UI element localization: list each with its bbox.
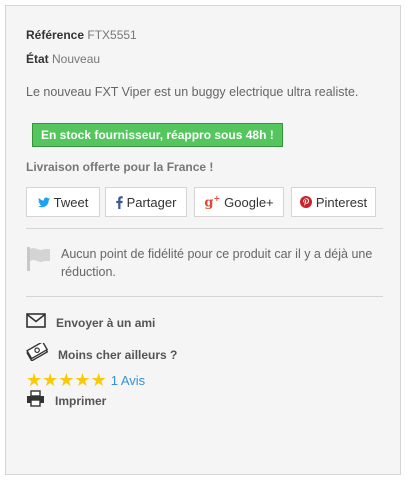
cheaper-elsewhere-label: Moins cher ailleurs ? — [58, 347, 178, 362]
reference-value: FTX5551 — [87, 28, 137, 42]
tweet-label: Tweet — [53, 194, 89, 210]
divider — [26, 296, 383, 297]
stock-badge: En stock fournisseur, réappro sous 48h ! — [32, 123, 283, 147]
star-icon: ★ — [74, 370, 91, 390]
twitter-icon — [37, 197, 50, 208]
facebook-icon — [115, 195, 123, 209]
pinterest-icon — [299, 196, 312, 208]
cheaper-elsewhere-link[interactable]: Moins cher ailleurs ? — [26, 340, 178, 366]
print-link[interactable]: Imprimer — [26, 390, 106, 412]
star-icon: ★ — [26, 370, 43, 390]
printer-icon — [26, 390, 45, 412]
send-to-friend-label: Envoyer à un ami — [56, 316, 156, 330]
condition-label: État — [26, 52, 49, 66]
divider — [26, 228, 383, 229]
reference-label: Référence — [26, 28, 85, 42]
envelope-icon — [26, 313, 46, 333]
print-label: Imprimer — [55, 394, 107, 408]
facebook-share-button[interactable]: Partager — [105, 187, 187, 217]
tweet-button[interactable]: Tweet — [26, 187, 100, 217]
star-icon: ★ — [90, 370, 107, 390]
pinterest-label: Pinterest — [315, 194, 368, 210]
loyalty-message: Aucun point de fidélité pour ce produit … — [61, 247, 373, 279]
star-icon: ★ — [42, 370, 59, 390]
facebook-share-label: Partager — [126, 194, 177, 210]
reference-row: Référence FTX5551 — [26, 28, 137, 42]
condition-value: Nouveau — [52, 52, 101, 66]
money-icon — [26, 340, 49, 366]
reviews-link[interactable]: 1 Avis — [111, 373, 145, 388]
product-info-panel: Référence FTX5551 État Nouveau Le nouvea… — [5, 5, 401, 475]
google-plus-button[interactable]: g+ Google+ — [194, 187, 284, 217]
send-to-friend-link[interactable]: Envoyer à un ami — [26, 313, 155, 333]
star-icon: ★ — [58, 370, 75, 390]
google-plus-label: Google+ — [224, 194, 274, 210]
rating-row[interactable]: ★ ★ ★ ★ ★ 1 Avis — [26, 371, 145, 389]
pinterest-button[interactable]: Pinterest — [291, 187, 376, 217]
product-description: Le nouveau FXT Viper est un buggy electr… — [26, 85, 359, 99]
flag-icon — [26, 246, 52, 277]
shipping-note: Livraison offerte pour la France ! — [26, 160, 214, 174]
condition-row: État Nouveau — [26, 52, 100, 66]
google-plus-icon: g+ — [204, 193, 221, 211]
